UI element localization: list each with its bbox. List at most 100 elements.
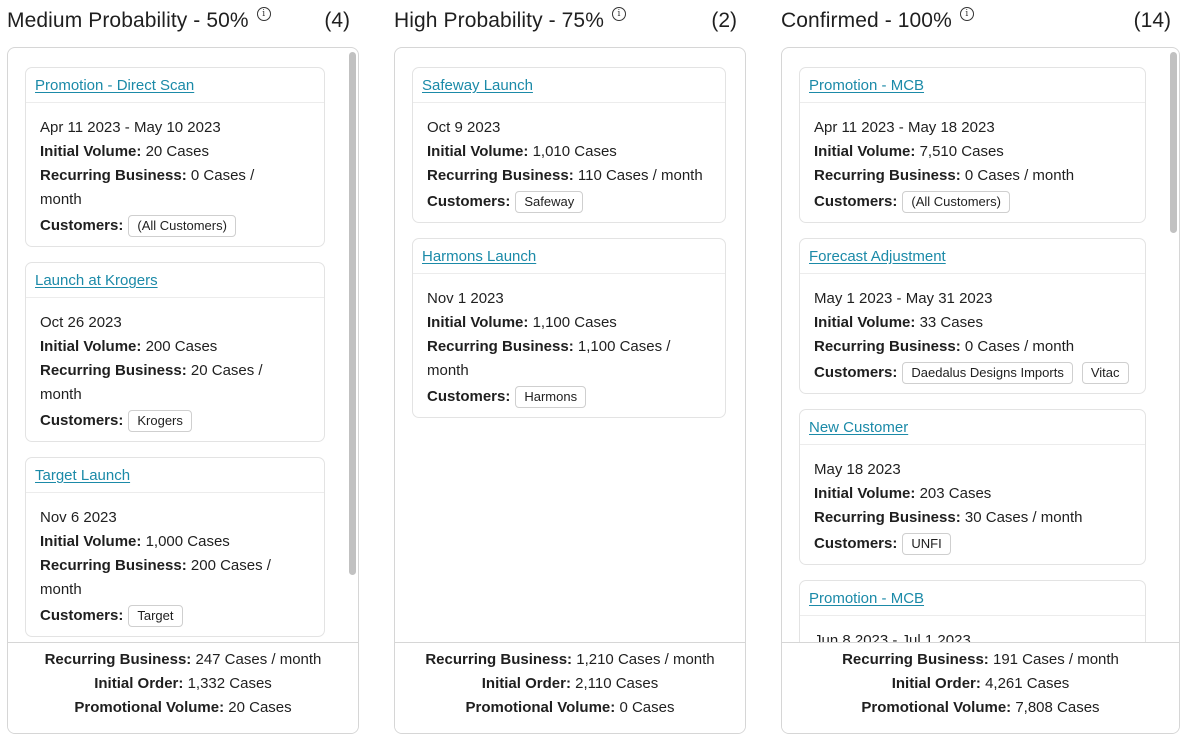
customers-label: Customers: <box>427 388 511 405</box>
opportunity-card: Forecast Adjustment May 1 2023 - May 31 … <box>799 238 1146 394</box>
column-panel: Promotion - Direct Scan Apr 11 2023 - Ma… <box>7 47 359 734</box>
card-title-link[interactable]: Launch at Krogers <box>35 272 158 289</box>
card-date: Apr 11 2023 - May 10 2023 <box>40 119 221 136</box>
recurring-business-value: 30 Cases / month <box>964 509 1083 526</box>
card-title-link[interactable]: Target Launch <box>35 467 130 484</box>
column-count: (4) <box>324 9 350 32</box>
card-title-link[interactable]: Harmons Launch <box>422 248 536 265</box>
summary-promo-value: 7,808 Cases <box>1015 699 1100 716</box>
initial-volume-value: 1,100 Cases <box>532 314 617 331</box>
summary-initial-label: Initial Order: <box>94 675 184 692</box>
summary-recurring-value: 191 Cases / month <box>992 651 1119 668</box>
summary-promo-label: Promotional Volume: <box>74 699 225 716</box>
opportunity-card: Target Launch Nov 6 2023 Initial Volume:… <box>25 457 325 637</box>
recurring-business-label: Recurring Business: <box>40 557 187 574</box>
recurring-business-value: 0 Cases / month <box>964 167 1075 184</box>
info-icon[interactable]: i <box>959 7 974 21</box>
customer-chip: Daedalus Designs Imports <box>902 362 1073 384</box>
summary-recurring-value: 1,210 Cases / month <box>576 651 715 668</box>
opportunity-card: Promotion - MCB Apr 11 2023 - May 18 202… <box>799 67 1146 223</box>
card-title-link[interactable]: New Customer <box>809 419 908 436</box>
card-date: Jun 8 2023 - Jul 1 2023 <box>814 632 971 642</box>
summary-initial-value: 2,110 Cases <box>575 675 659 692</box>
recurring-business-label: Recurring Business: <box>814 167 961 184</box>
initial-volume-label: Initial Volume: <box>814 143 916 160</box>
summary-promo-value: 20 Cases <box>228 699 292 716</box>
column-medium-probability: Medium Probability - 50% i (4) Promotion… <box>7 0 359 736</box>
card-list[interactable]: Promotion - Direct Scan Apr 11 2023 - Ma… <box>8 48 358 642</box>
initial-volume-value: 33 Cases <box>919 314 983 331</box>
column-header: High Probability - 75% i (2) <box>394 5 746 37</box>
scrollbar-thumb[interactable] <box>349 52 356 575</box>
summary-initial-value: 4,261 Cases <box>985 675 1070 692</box>
recurring-business-label: Recurring Business: <box>427 338 574 355</box>
summary-recurring-value: 247 Cases / month <box>195 651 322 668</box>
customers-label: Customers: <box>814 535 898 552</box>
initial-volume-value: 1,010 Cases <box>532 143 617 160</box>
column-summary: Recurring Business: 1,210 Cases / month … <box>395 642 745 733</box>
column-count: (2) <box>711 9 737 32</box>
initial-volume-label: Initial Volume: <box>40 338 142 355</box>
initial-volume-label: Initial Volume: <box>814 485 916 502</box>
card-title-link[interactable]: Promotion - MCB <box>809 77 924 94</box>
opportunity-card: Promotion - Direct Scan Apr 11 2023 - Ma… <box>25 67 325 247</box>
customers-label: Customers: <box>814 193 898 210</box>
recurring-business-value: 110 Cases / month <box>577 167 703 184</box>
customers-label: Customers: <box>40 607 124 624</box>
card-list[interactable]: Promotion - MCB Apr 11 2023 - May 18 202… <box>782 48 1179 642</box>
initial-volume-value: 1,000 Cases <box>145 533 230 550</box>
summary-initial-value: 1,332 Cases <box>187 675 272 692</box>
opportunity-card: Promotion - MCB Jun 8 2023 - Jul 1 2023 <box>799 580 1146 642</box>
customer-chip: Target <box>128 605 183 627</box>
initial-volume-label: Initial Volume: <box>40 533 142 550</box>
column-summary: Recurring Business: 247 Cases / month In… <box>8 642 358 733</box>
customer-chip: Safeway <box>515 191 584 213</box>
card-list[interactable]: Safeway Launch Oct 9 2023 Initial Volume… <box>395 48 745 642</box>
column-header: Confirmed - 100% i (14) <box>781 5 1171 37</box>
column-title: Medium Probability - 50% <box>7 9 249 32</box>
card-title-link[interactable]: Promotion - Direct Scan <box>35 77 194 94</box>
summary-promo-label: Promotional Volume: <box>861 699 1012 716</box>
initial-volume-value: 203 Cases <box>919 485 992 502</box>
column-panel: Safeway Launch Oct 9 2023 Initial Volume… <box>394 47 746 734</box>
card-date: Oct 9 2023 <box>427 119 501 136</box>
customers-label: Customers: <box>40 412 124 429</box>
card-date: May 18 2023 <box>814 461 901 478</box>
opportunity-card: New Customer May 18 2023 Initial Volume:… <box>799 409 1146 565</box>
card-title-link[interactable]: Promotion - MCB <box>809 590 924 607</box>
initial-volume-label: Initial Volume: <box>40 143 142 160</box>
info-icon[interactable]: i <box>256 7 271 21</box>
recurring-business-value: 0 Cases / month <box>964 338 1075 355</box>
customers-label: Customers: <box>427 193 511 210</box>
column-count: (14) <box>1133 9 1171 32</box>
initial-volume-value: 20 Cases <box>145 143 209 160</box>
customers-label: Customers: <box>40 217 124 234</box>
customer-chip: (All Customers) <box>128 215 236 237</box>
customers-label: Customers: <box>814 364 898 381</box>
customer-chip: Krogers <box>128 410 192 432</box>
summary-promo-value: 0 Cases <box>619 699 675 716</box>
summary-recurring-label: Recurring Business: <box>842 651 989 668</box>
customer-chip: (All Customers) <box>902 191 1010 213</box>
scrollbar-thumb[interactable] <box>1170 52 1177 233</box>
summary-promo-label: Promotional Volume: <box>465 699 616 716</box>
info-icon[interactable]: i <box>611 7 626 21</box>
recurring-business-label: Recurring Business: <box>427 167 574 184</box>
column-confirmed: Confirmed - 100% i (14) Promotion - MCB … <box>781 0 1181 736</box>
summary-recurring-label: Recurring Business: <box>44 651 192 668</box>
card-title-link[interactable]: Forecast Adjustment <box>809 248 946 265</box>
card-date: Nov 6 2023 <box>40 509 117 526</box>
recurring-business-label: Recurring Business: <box>814 509 961 526</box>
initial-volume-label: Initial Volume: <box>427 143 529 160</box>
card-title-link[interactable]: Safeway Launch <box>422 77 533 94</box>
column-header: Medium Probability - 50% i (4) <box>7 5 359 37</box>
card-date: Oct 26 2023 <box>40 314 122 331</box>
opportunity-card: Launch at Krogers Oct 26 2023 Initial Vo… <box>25 262 325 442</box>
card-date: Nov 1 2023 <box>427 290 504 307</box>
card-date: May 1 2023 - May 31 2023 <box>814 290 993 307</box>
initial-volume-label: Initial Volume: <box>814 314 916 331</box>
customer-chip: Vitac <box>1081 362 1129 384</box>
opportunity-card: Harmons Launch Nov 1 2023 Initial Volume… <box>412 238 726 418</box>
column-high-probability: High Probability - 75% i (2) Safeway Lau… <box>394 0 746 736</box>
customer-chip: UNFI <box>902 533 951 555</box>
